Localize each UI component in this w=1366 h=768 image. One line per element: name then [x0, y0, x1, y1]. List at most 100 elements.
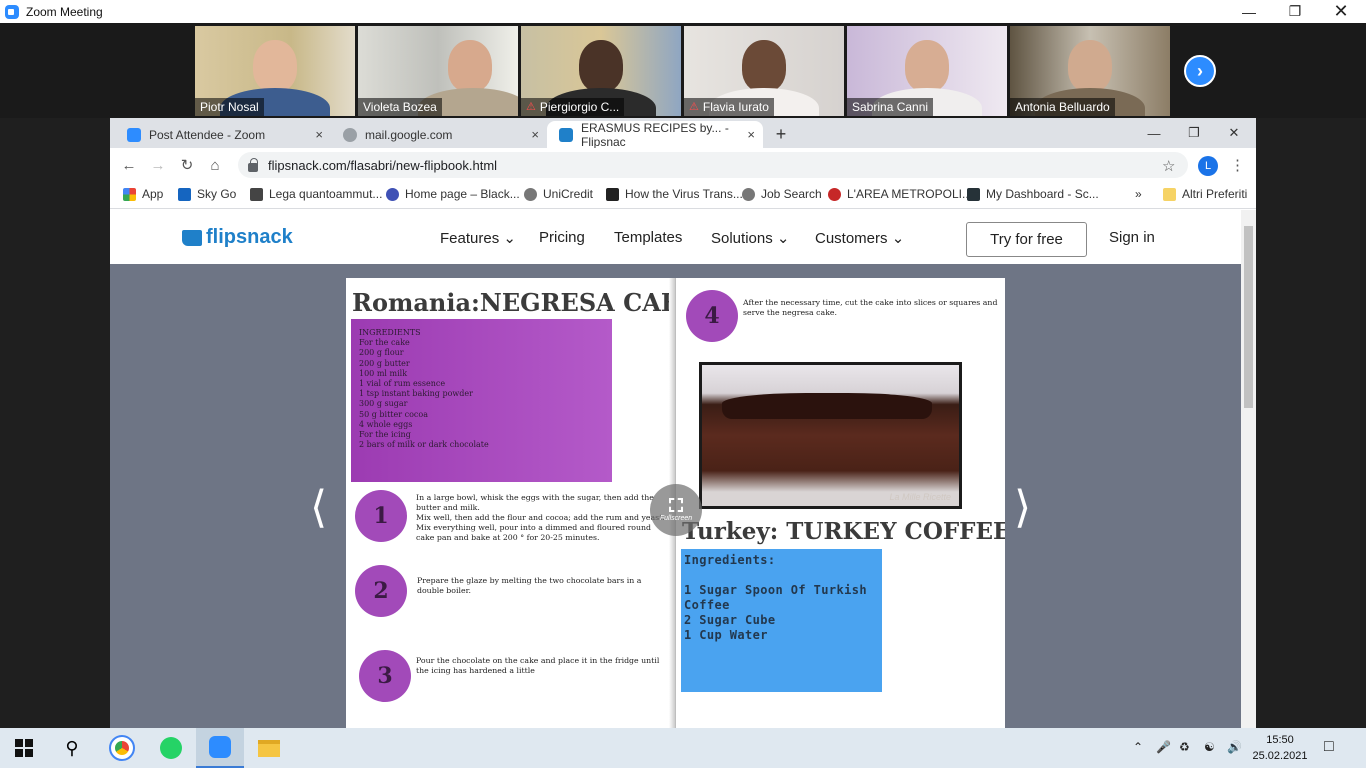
- bookmark-item[interactable]: Home page – Black...: [386, 187, 520, 201]
- ingredient-line: 200 g flour: [359, 348, 404, 358]
- cake-image: La Mille Ricette: [702, 365, 959, 506]
- network-icon[interactable]: ♻: [1179, 740, 1190, 754]
- nav-pricing[interactable]: Pricing: [539, 229, 585, 246]
- new-tab-button[interactable]: +: [770, 123, 792, 145]
- minimize-icon[interactable]: —: [1226, 0, 1272, 23]
- participant-tile[interactable]: ⚠ Piergiorgio C...: [521, 26, 681, 116]
- fullscreen-label: Fullscreen: [659, 515, 693, 522]
- whatsapp-taskbar-icon[interactable]: [147, 728, 195, 768]
- coffee-ingredients-box: Ingredients: 1 Sugar Spoon Of Turkish Co…: [681, 549, 882, 692]
- windows-logo-icon: [15, 739, 33, 757]
- ingredient-line: 1 tsp instant baking powder: [359, 389, 473, 399]
- coffee-ingredient-line: 1 Cup Water: [684, 628, 768, 642]
- step-text-3: Pour the chocolate on the cake and place…: [416, 656, 660, 675]
- browser-restore-icon[interactable]: ❐: [1174, 122, 1214, 144]
- participant-tile[interactable]: ⚠ Flavia Iurato: [684, 26, 844, 116]
- coffee-ingredient-line: Ingredients:: [684, 553, 776, 567]
- scrollbar-thumb[interactable]: [1244, 226, 1253, 408]
- reload-icon[interactable]: ↻: [177, 155, 197, 175]
- bookmark-item[interactable]: Lega quantoammut...: [250, 187, 382, 201]
- participant-tile[interactable]: Piotr Nosal: [195, 26, 355, 116]
- back-icon[interactable]: ←: [119, 155, 139, 175]
- sky-go-icon: [178, 187, 191, 201]
- windows-taskbar: ⚲ ⌃ 🎤 ♻ ☯ 🔊 15:50 25.02.2021 □: [0, 728, 1366, 768]
- try-for-free-button[interactable]: Try for free: [966, 222, 1087, 257]
- address-bar[interactable]: flipsnack.com/flasabri/new-flipbook.html: [238, 152, 1188, 178]
- recipe-title-romania: Romania:NEGRESA CAKE: [352, 288, 676, 317]
- ingredient-line: 1 vial of rum essence: [359, 379, 446, 389]
- restore-icon[interactable]: ❐: [1272, 0, 1318, 23]
- home-icon[interactable]: ⌂: [205, 155, 225, 175]
- notifications-icon[interactable]: □: [1324, 738, 1334, 756]
- participant-tile[interactable]: Antonia Belluardo: [1010, 26, 1170, 116]
- blackrock-icon: [386, 187, 399, 201]
- web-page: flipsnack Features ⌄ Pricing Templates S…: [110, 210, 1241, 728]
- search-icon[interactable]: ⚲: [48, 728, 96, 768]
- ingredient-line: 2 bars of milk or dark chocolate: [359, 440, 489, 450]
- bookmark-item[interactable]: L'AREA METROPOLI...: [828, 187, 972, 201]
- chrome-taskbar-icon[interactable]: [98, 728, 146, 768]
- chevron-right-icon[interactable]: ›: [1184, 55, 1216, 87]
- flipsnack-logo[interactable]: flipsnack: [182, 226, 293, 249]
- ingredients-box: INGREDIENTS For the cake 200 g flour 200…: [351, 319, 612, 482]
- nyt-icon: [606, 187, 619, 201]
- coffee-ingredient-line: Coffee: [684, 598, 730, 612]
- previous-page-arrow-icon[interactable]: ⟨: [310, 482, 327, 533]
- next-page-arrow-icon[interactable]: ⟩: [1014, 482, 1031, 533]
- close-tab-icon[interactable]: ×: [315, 127, 323, 142]
- bookmark-item[interactable]: My Dashboard - Sc...: [967, 187, 1099, 201]
- participant-tile[interactable]: Sabrina Canni: [847, 26, 1007, 116]
- flipsnack-favicon-icon: [559, 127, 573, 142]
- nav-templates[interactable]: Templates: [614, 229, 682, 246]
- microphone-icon[interactable]: 🎤: [1156, 740, 1171, 754]
- bookmark-item[interactable]: Job Search: [742, 187, 822, 201]
- profile-avatar[interactable]: L: [1198, 156, 1218, 176]
- tab-post-attendee[interactable]: Post Attendee - Zoom ×: [115, 121, 331, 148]
- bookmark-item[interactable]: How the Virus Trans...: [606, 187, 743, 201]
- globe-icon: [742, 187, 755, 201]
- bookmark-item[interactable]: UniCredit: [524, 187, 593, 201]
- start-button[interactable]: [0, 728, 48, 768]
- flipsnack-logo-icon: [182, 229, 202, 246]
- bookmarks-overflow-icon[interactable]: »: [1135, 187, 1142, 201]
- chevron-down-icon: ⌄: [891, 230, 905, 247]
- fullscreen-button[interactable]: Fullscreen: [650, 484, 702, 536]
- page-scrollbar[interactable]: [1241, 210, 1256, 728]
- nav-features[interactable]: Features ⌄: [440, 229, 516, 247]
- forward-icon[interactable]: →: [148, 155, 168, 175]
- participant-name: ⚠ Flavia Iurato: [684, 98, 774, 116]
- participant-tile[interactable]: Violeta Bozea: [358, 26, 518, 116]
- participant-name: Piotr Nosal: [195, 98, 264, 116]
- browser-minimize-icon[interactable]: —: [1134, 122, 1174, 144]
- other-bookmarks[interactable]: Altri Preferiti: [1163, 187, 1247, 201]
- file-explorer-taskbar-icon[interactable]: [245, 728, 293, 768]
- tab-gmail[interactable]: mail.google.com ×: [331, 121, 547, 148]
- system-clock[interactable]: 15:50 25.02.2021: [1252, 732, 1308, 764]
- clock-time: 15:50: [1266, 734, 1294, 746]
- sign-in-link[interactable]: Sign in: [1109, 229, 1155, 246]
- bookmark-item[interactable]: Sky Go: [178, 187, 236, 201]
- close-tab-icon[interactable]: ×: [747, 127, 755, 142]
- close-icon[interactable]: ✕: [1318, 0, 1364, 23]
- zoom-taskbar-icon[interactable]: [196, 728, 244, 768]
- participant-name: Sabrina Canni: [847, 98, 934, 116]
- wifi-icon[interactable]: ☯: [1204, 740, 1215, 754]
- coffee-ingredient-line: [684, 568, 879, 583]
- browser-toolbar: ← → ↻ ⌂ flipsnack.com/flasabri/new-flipb…: [110, 148, 1256, 182]
- volume-icon[interactable]: 🔊: [1227, 740, 1242, 754]
- close-tab-icon[interactable]: ×: [531, 127, 539, 142]
- url-text: flipsnack.com/flasabri/new-flipbook.html: [268, 157, 498, 173]
- nav-customers[interactable]: Customers ⌄: [815, 229, 904, 247]
- bookmark-star-icon[interactable]: ☆: [1162, 157, 1175, 175]
- bookmark-item[interactable]: App: [123, 187, 163, 201]
- ingredient-line: 300 g sugar: [359, 399, 408, 409]
- participant-name: Antonia Belluardo: [1010, 98, 1115, 116]
- nav-solutions[interactable]: Solutions ⌄: [711, 229, 789, 247]
- ingredient-line: 4 whole eggs: [359, 419, 413, 429]
- browser-close-icon[interactable]: ✕: [1214, 122, 1254, 144]
- tab-erasmus-recipes[interactable]: ERASMUS RECIPES by... - Flipsnac ×: [547, 121, 763, 149]
- menu-dots-icon[interactable]: ⋮: [1230, 156, 1245, 174]
- negresa-cake-photo: La Mille Ricette: [699, 362, 962, 509]
- tray-overflow-icon[interactable]: ⌃: [1133, 740, 1143, 754]
- zoom-title-bar: Zoom Meeting — ❐ ✕: [0, 0, 1366, 23]
